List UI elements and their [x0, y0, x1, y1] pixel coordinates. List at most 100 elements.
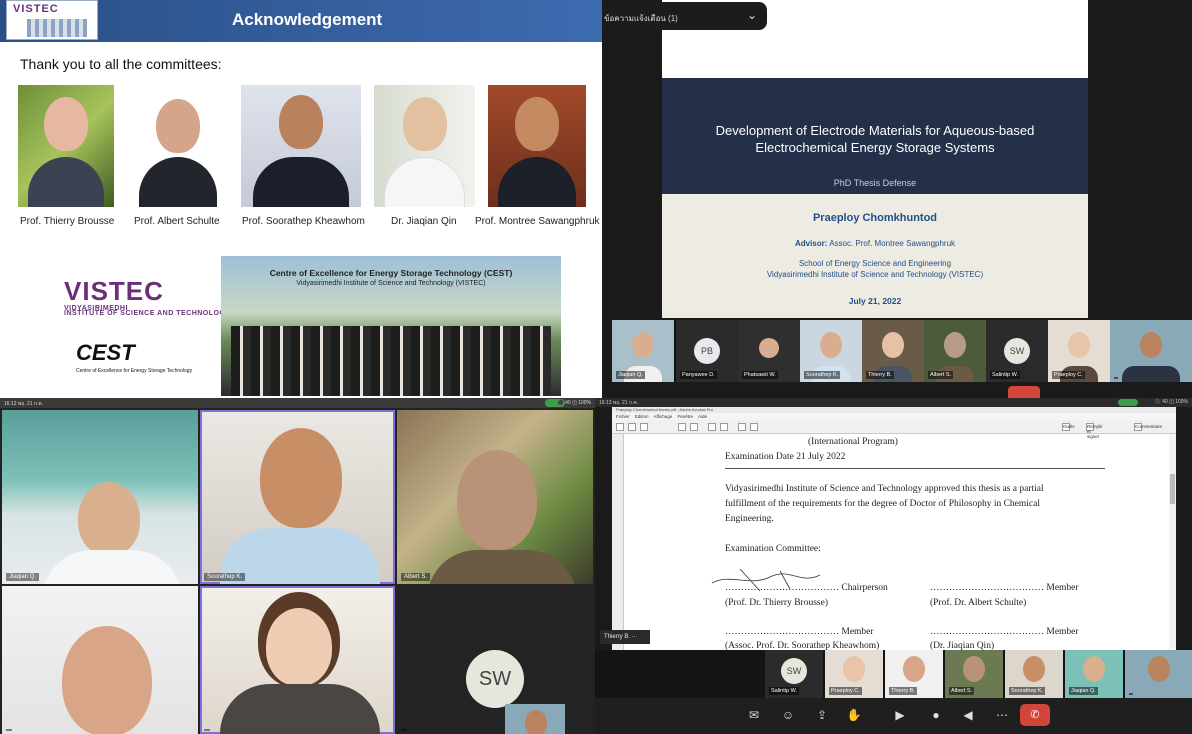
- fill-sign-tab[interactable]: Remplir et signer: [1086, 423, 1103, 439]
- camera-icon[interactable]: ▶: [891, 706, 909, 724]
- home-icon[interactable]: [616, 423, 624, 431]
- participant-tile[interactable]: SW Salintip W.: [986, 320, 1048, 382]
- author-name: Praeploy Chomkhuntod: [812, 212, 938, 224]
- doc-exam-date: Examination Date 21 July 2022: [725, 452, 846, 462]
- participant-tile[interactable]: Jiaqian Q.: [612, 320, 674, 382]
- participant-name: Phatsawit W.: [742, 371, 778, 379]
- participant-tile[interactable]: Soorathep K.: [800, 320, 862, 382]
- share-screen-icon[interactable]: ⇪: [813, 706, 831, 724]
- participant-tile[interactable]: [1125, 650, 1192, 698]
- participant-name: Praeploy C.: [1052, 371, 1085, 379]
- speaker-icon[interactable]: ◀: [959, 706, 977, 724]
- status-time: 16:13 พฤ. 21 ก.ค.: [599, 400, 639, 406]
- notification-dropdown[interactable]: ข้อความแจ้งเตือน (1) ⌄: [602, 2, 767, 30]
- cest-logo-text: CEST: [76, 340, 135, 365]
- cest-logo-sub: Centre of Excellence for Energy Storage …: [76, 368, 193, 374]
- video-tile-active[interactable]: Soorathep K.: [200, 410, 395, 584]
- zoom-in-icon[interactable]: [750, 423, 758, 431]
- participant-name: Panyawee D.: [680, 371, 717, 379]
- participants-icon[interactable]: ☺: [779, 706, 797, 724]
- participant-name: [401, 729, 407, 731]
- doc-sign-member: ……………………………… Member: [930, 583, 1079, 593]
- notification-text: ข้อความแจ้งเตือน (1): [604, 14, 678, 23]
- participant-name: Thierry B.: [866, 371, 894, 379]
- navigation-pane[interactable]: [612, 434, 624, 650]
- menu-bar[interactable]: Fichier Edition Affichage Fenêtre Aide: [612, 413, 1176, 420]
- doc-paragraph-line2: fulfillment of the requirements for the …: [725, 499, 1040, 509]
- participant-tile[interactable]: Albert S.: [945, 650, 1003, 698]
- tools-tab[interactable]: Outils: [1062, 423, 1075, 431]
- doc-sign-chairperson: ……………………………… Chairperson: [725, 583, 888, 593]
- comment-tab[interactable]: Commentaire: [1134, 423, 1162, 431]
- photo-albert: [129, 85, 227, 207]
- participant-tile[interactable]: [1110, 320, 1192, 382]
- thesis-title-slide-window: Development of Electrode Materials for A…: [602, 0, 1192, 398]
- name-soorathep: Prof. Soorathep Kheawhom: [242, 216, 365, 227]
- participant-tile[interactable]: Thierry B.: [885, 650, 943, 698]
- participant-name: [6, 729, 12, 731]
- presenter-name: Thierry B.: [604, 634, 631, 640]
- chat-icon[interactable]: ✉: [745, 706, 763, 724]
- vistec-logo-text: VISTEC: [64, 276, 164, 306]
- scrollbar[interactable]: [1169, 434, 1176, 650]
- doc-sign-member: ……………………………… Member: [725, 627, 874, 637]
- participant-tile[interactable]: Thierry B.: [862, 320, 924, 382]
- participant-tile[interactable]: Praeploy C.: [1048, 320, 1110, 382]
- page-up-icon[interactable]: [708, 423, 716, 431]
- thanks-text: Thank you to all the committees:: [20, 56, 222, 72]
- participant-tile[interactable]: SW Salintip W.: [765, 650, 823, 698]
- zoom-out-icon[interactable]: [738, 423, 746, 431]
- avatar: PB: [694, 338, 720, 364]
- presenter-thumbnail[interactable]: Thierry B. ···: [600, 630, 650, 644]
- call-indicator[interactable]: [1118, 399, 1138, 406]
- name-montree: Prof. Montree Sawangphruk: [475, 216, 600, 227]
- pdf-viewer: Praeploy Chomkhuntod thesis.pdf - Adobe …: [612, 407, 1176, 651]
- name-albert: Prof. Albert Schulte: [134, 216, 220, 227]
- status-bar: 16:13 พฤ. 21 ก.ค. ⚫ 40 ◫ 100%: [595, 398, 1192, 407]
- participant-name: Soorathep K.: [204, 573, 246, 581]
- participant-name: Soorathep K.: [1009, 687, 1046, 695]
- doc-name-member: (Prof. Dr. Albert Schulte): [930, 598, 1027, 608]
- status-icons: ⚫ 40 ◫ 100%: [1154, 399, 1188, 405]
- page-down-icon[interactable]: [720, 423, 728, 431]
- video-tile[interactable]: [2, 586, 198, 734]
- participant-tile[interactable]: Phatsawit W.: [738, 320, 800, 382]
- avatar: SW: [781, 658, 807, 684]
- video-tile[interactable]: Albert S.: [397, 410, 593, 584]
- divider: [725, 468, 1105, 469]
- end-call-button[interactable]: ✆: [1020, 704, 1050, 726]
- participant-tile[interactable]: Albert S.: [924, 320, 986, 382]
- name-jiaqian: Dr. Jiaqian Qin: [391, 216, 457, 227]
- video-tile[interactable]: Jiaqian Q.: [2, 410, 198, 584]
- photo-thierry: [18, 85, 114, 207]
- doc-committee-heading: Examination Committee:: [725, 544, 821, 554]
- create-icon[interactable]: [640, 423, 648, 431]
- participant-name: [1114, 377, 1118, 379]
- end-call-button[interactable]: [1008, 386, 1040, 398]
- group-title: Centre of Excellence for Energy Storage …: [269, 268, 513, 278]
- defense-date: July 21, 2022: [848, 296, 902, 306]
- open-icon[interactable]: [628, 423, 636, 431]
- video-grid-window: 16:12 พฤ. 21 ก.ค. ⚫ 40 ◫ 100% Jiaqian Q. …: [0, 398, 595, 734]
- microphone-icon[interactable]: ●: [927, 706, 945, 724]
- chevron-down-icon[interactable]: ⌄: [747, 8, 757, 22]
- email-icon[interactable]: [690, 423, 698, 431]
- thesis-title-line1: Development of Electrode Materials for A…: [715, 123, 1035, 138]
- self-view-tile[interactable]: [505, 704, 565, 734]
- banner-logo-text: VISTEC: [13, 3, 59, 15]
- status-icons: ⚫ 40 ◫ 100%: [557, 400, 591, 406]
- participant-tile[interactable]: PB Panyawee D.: [676, 320, 738, 382]
- advisor-name: Assoc. Prof. Montree Sawangphruk: [829, 239, 956, 248]
- print-icon[interactable]: [678, 423, 686, 431]
- more-options-icon[interactable]: ⋯: [993, 706, 1011, 724]
- reactions-icon[interactable]: ✋: [845, 706, 863, 724]
- participant-tile[interactable]: Soorathep K.: [1005, 650, 1063, 698]
- participant-tile[interactable]: Jiaqian Q.: [1065, 650, 1123, 698]
- video-tile[interactable]: [200, 586, 395, 734]
- participant-name: [204, 729, 210, 731]
- slide-title: Acknowledgement: [232, 10, 383, 29]
- photo-soorathep: [241, 85, 361, 207]
- advisor: Advisor: Assoc. Prof. Montree Sawangphru…: [672, 239, 1078, 248]
- doc-paragraph-line1: Vidyasirimedhi Institute of Science and …: [725, 484, 1044, 494]
- participant-tile[interactable]: Praeploy C.: [825, 650, 883, 698]
